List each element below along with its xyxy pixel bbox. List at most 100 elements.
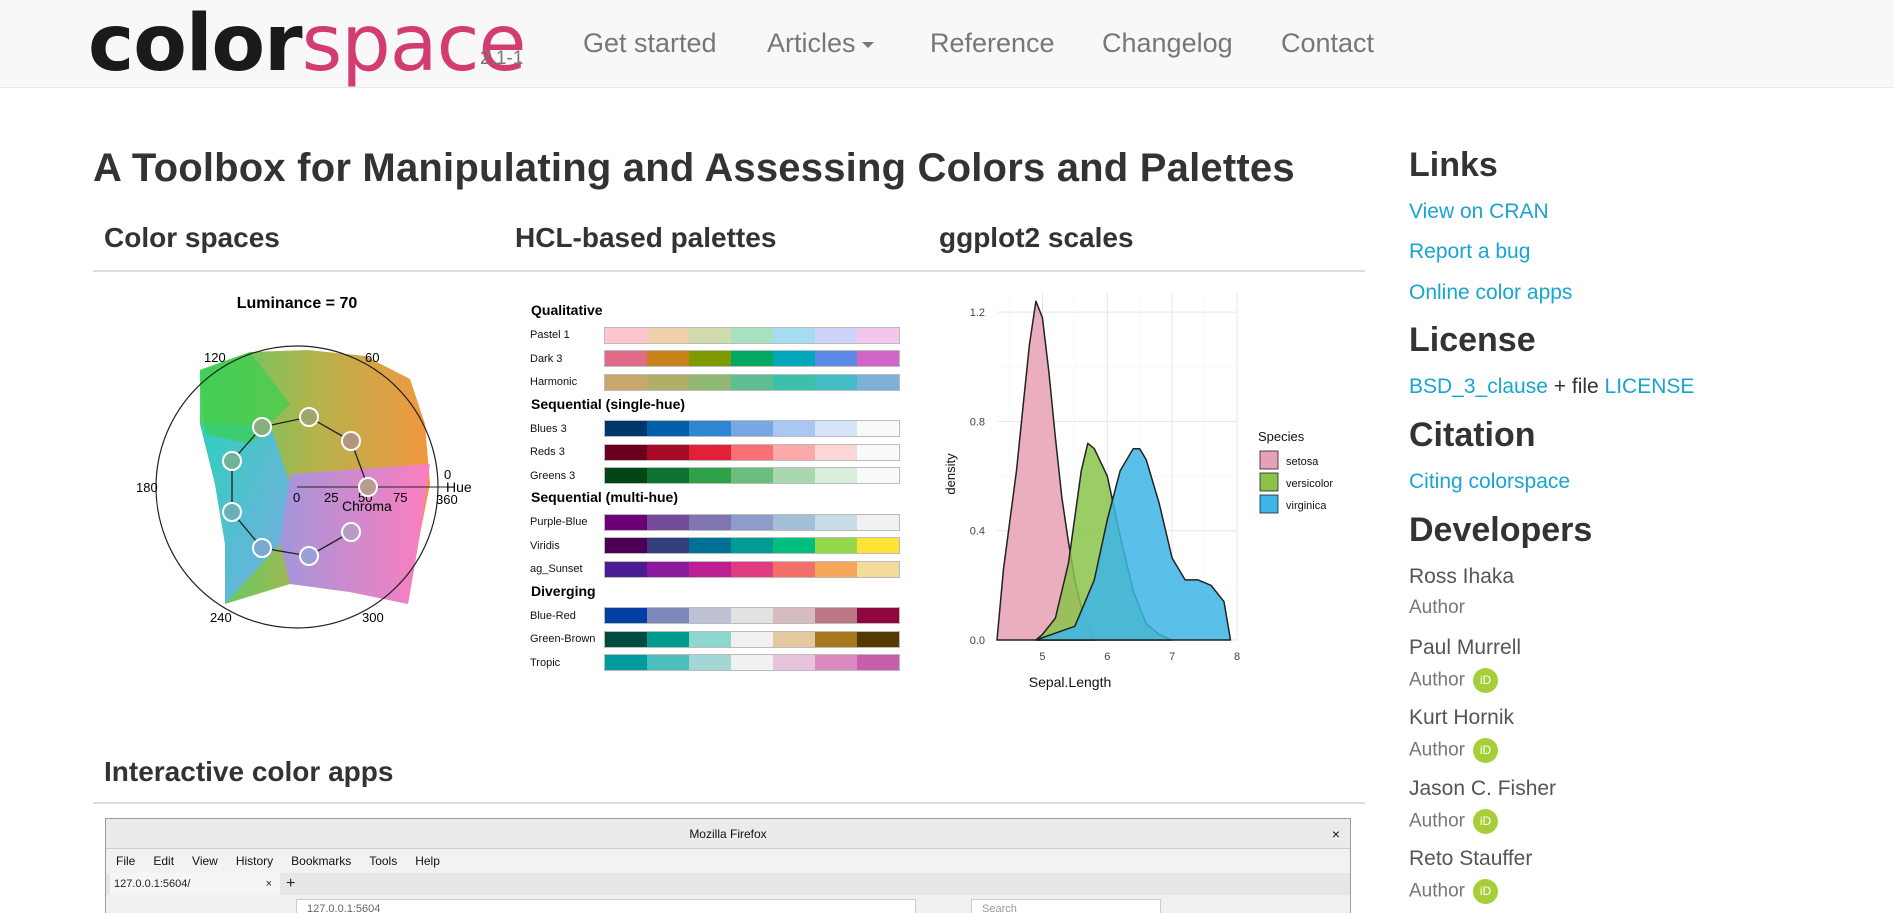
- color-swatch: [605, 421, 647, 436]
- logo[interactable]: color space: [88, 5, 526, 83]
- color-swatch: [857, 444, 899, 460]
- link-license-file[interactable]: LICENSE: [1605, 375, 1695, 398]
- ff-menu-tools: Tools: [369, 854, 398, 868]
- nav-get-started[interactable]: Get started: [583, 28, 717, 59]
- color-swatch: [815, 468, 857, 483]
- nav-contact[interactable]: Contact: [1281, 28, 1374, 59]
- color-swatch: [605, 468, 647, 483]
- link-online-color-apps[interactable]: Online color apps: [1409, 281, 1572, 305]
- nav-changelog[interactable]: Changelog: [1102, 28, 1233, 59]
- color-swatch: [857, 631, 899, 647]
- color-swatch: [689, 374, 731, 390]
- chroma-tick: 0: [293, 490, 300, 505]
- palette-swatches: [604, 513, 900, 531]
- density-chart: 5 6 7 8 0.0 0.4 0.8 1.2 Sepal.Length density Sp…: [943, 293, 1333, 690]
- palette-row: Purple-Blue: [530, 512, 900, 532]
- license-line: BSD_3_clause + file LICENSE: [1409, 375, 1694, 399]
- close-icon: ×: [1331, 826, 1340, 842]
- color-swatch: [731, 561, 773, 577]
- color-swatch: [689, 421, 731, 436]
- color-swatch: [647, 351, 689, 366]
- hue-tick: 60: [365, 350, 379, 365]
- color-swatch: [731, 444, 773, 460]
- color-swatch: [689, 631, 731, 647]
- color-swatch: [731, 351, 773, 366]
- color-swatch: [815, 561, 857, 577]
- orcid-icon[interactable]: iD: [1472, 667, 1498, 693]
- color-swatch: [605, 444, 647, 460]
- palette-label: Greens 3: [530, 469, 576, 482]
- palette-row: Viridis: [530, 536, 900, 556]
- palette-label: Pastel 1: [530, 329, 570, 341]
- navbar: color space 2.1-1 Get started Articles Re…: [0, 0, 1894, 88]
- ff-search-box: Search: [971, 899, 1161, 913]
- orcid-icon[interactable]: iD: [1472, 738, 1498, 763]
- link-view-on-cran[interactable]: View on CRAN: [1409, 200, 1549, 224]
- developer-role: Author: [1409, 597, 1465, 619]
- color-swatch: [815, 538, 857, 553]
- color-swatch: [689, 655, 731, 670]
- developer-name: Paul Murrell: [1409, 635, 1522, 659]
- color-swatch: [815, 374, 857, 390]
- y-tick-label: 0.8: [970, 416, 985, 428]
- hue-tick: 120: [204, 350, 226, 365]
- color-swatch: [773, 608, 815, 623]
- color-swatch: [815, 444, 857, 460]
- legend-label: virginica: [1286, 500, 1327, 512]
- color-swatch: [605, 631, 647, 647]
- color-swatch: [857, 374, 899, 390]
- color-swatch: [689, 444, 731, 460]
- color-swatch: [689, 608, 731, 623]
- palette-row: Dark 3: [530, 349, 900, 369]
- ff-tab: 127.0.0.1:5604/ ×: [110, 873, 280, 895]
- color-swatch: [605, 374, 647, 390]
- palette-label: Dark 3: [530, 352, 563, 365]
- palette-label: Reds 3: [530, 446, 565, 458]
- color-swatch: [857, 538, 899, 553]
- color-swatch: [731, 655, 773, 670]
- license-text: + file: [1547, 375, 1605, 398]
- palette-swatches: [604, 467, 900, 484]
- nav-articles-label: Articles: [767, 28, 856, 58]
- palette-group-heading: Diverging: [531, 582, 596, 599]
- color-swatch: [731, 514, 773, 530]
- palette-swatches: [604, 607, 900, 624]
- orcid-icon[interactable]: iD: [1472, 879, 1498, 904]
- palette-label: Harmonic: [530, 376, 578, 388]
- developer-name: Kurt Hornik: [1409, 706, 1515, 729]
- link-citing-colorspace[interactable]: Citing colorspace: [1409, 470, 1570, 494]
- color-swatch: [857, 421, 899, 436]
- chroma-tick: 75: [393, 490, 407, 505]
- color-swatch: [647, 327, 689, 343]
- ff-window-title: Mozilla Firefox: [689, 827, 767, 841]
- hue-label: Hue: [446, 479, 472, 495]
- color-swatch: [647, 514, 689, 530]
- color-swatch: [647, 561, 689, 577]
- x-tick-label: 6: [1104, 651, 1110, 663]
- divider: [93, 802, 1365, 804]
- color-swatch: [815, 327, 857, 343]
- palette-label: Green-Brown: [530, 633, 596, 645]
- color-swatch: [605, 655, 647, 670]
- color-swatch: [773, 351, 815, 366]
- color-swatch: [689, 538, 731, 553]
- color-swatch: [773, 468, 815, 483]
- color-swatch: [773, 514, 815, 530]
- x-axis-label: Sepal.Length: [1029, 674, 1112, 690]
- link-report-bug[interactable]: Report a bug: [1409, 240, 1530, 264]
- color-swatch: [647, 374, 689, 390]
- chevron-down-icon: [861, 41, 874, 48]
- palette-group-heading: Qualitative: [531, 302, 603, 318]
- nav-reference[interactable]: Reference: [930, 28, 1055, 59]
- orcid-icon[interactable]: iD: [1472, 808, 1498, 834]
- color-swatch: [815, 351, 857, 366]
- color-swatch: [773, 444, 815, 460]
- legend-key-setosa: [1259, 450, 1279, 470]
- palette-group-heading: Sequential (single-hue): [531, 395, 686, 412]
- palette-swatches: [604, 537, 900, 554]
- developer-role: Author iD: [1409, 738, 1498, 763]
- nav-articles[interactable]: Articles: [767, 28, 874, 59]
- link-bsd-3-clause[interactable]: BSD_3_clause: [1409, 375, 1548, 398]
- color-swatch: [857, 514, 899, 530]
- palette-label: ag_Sunset: [530, 563, 583, 575]
